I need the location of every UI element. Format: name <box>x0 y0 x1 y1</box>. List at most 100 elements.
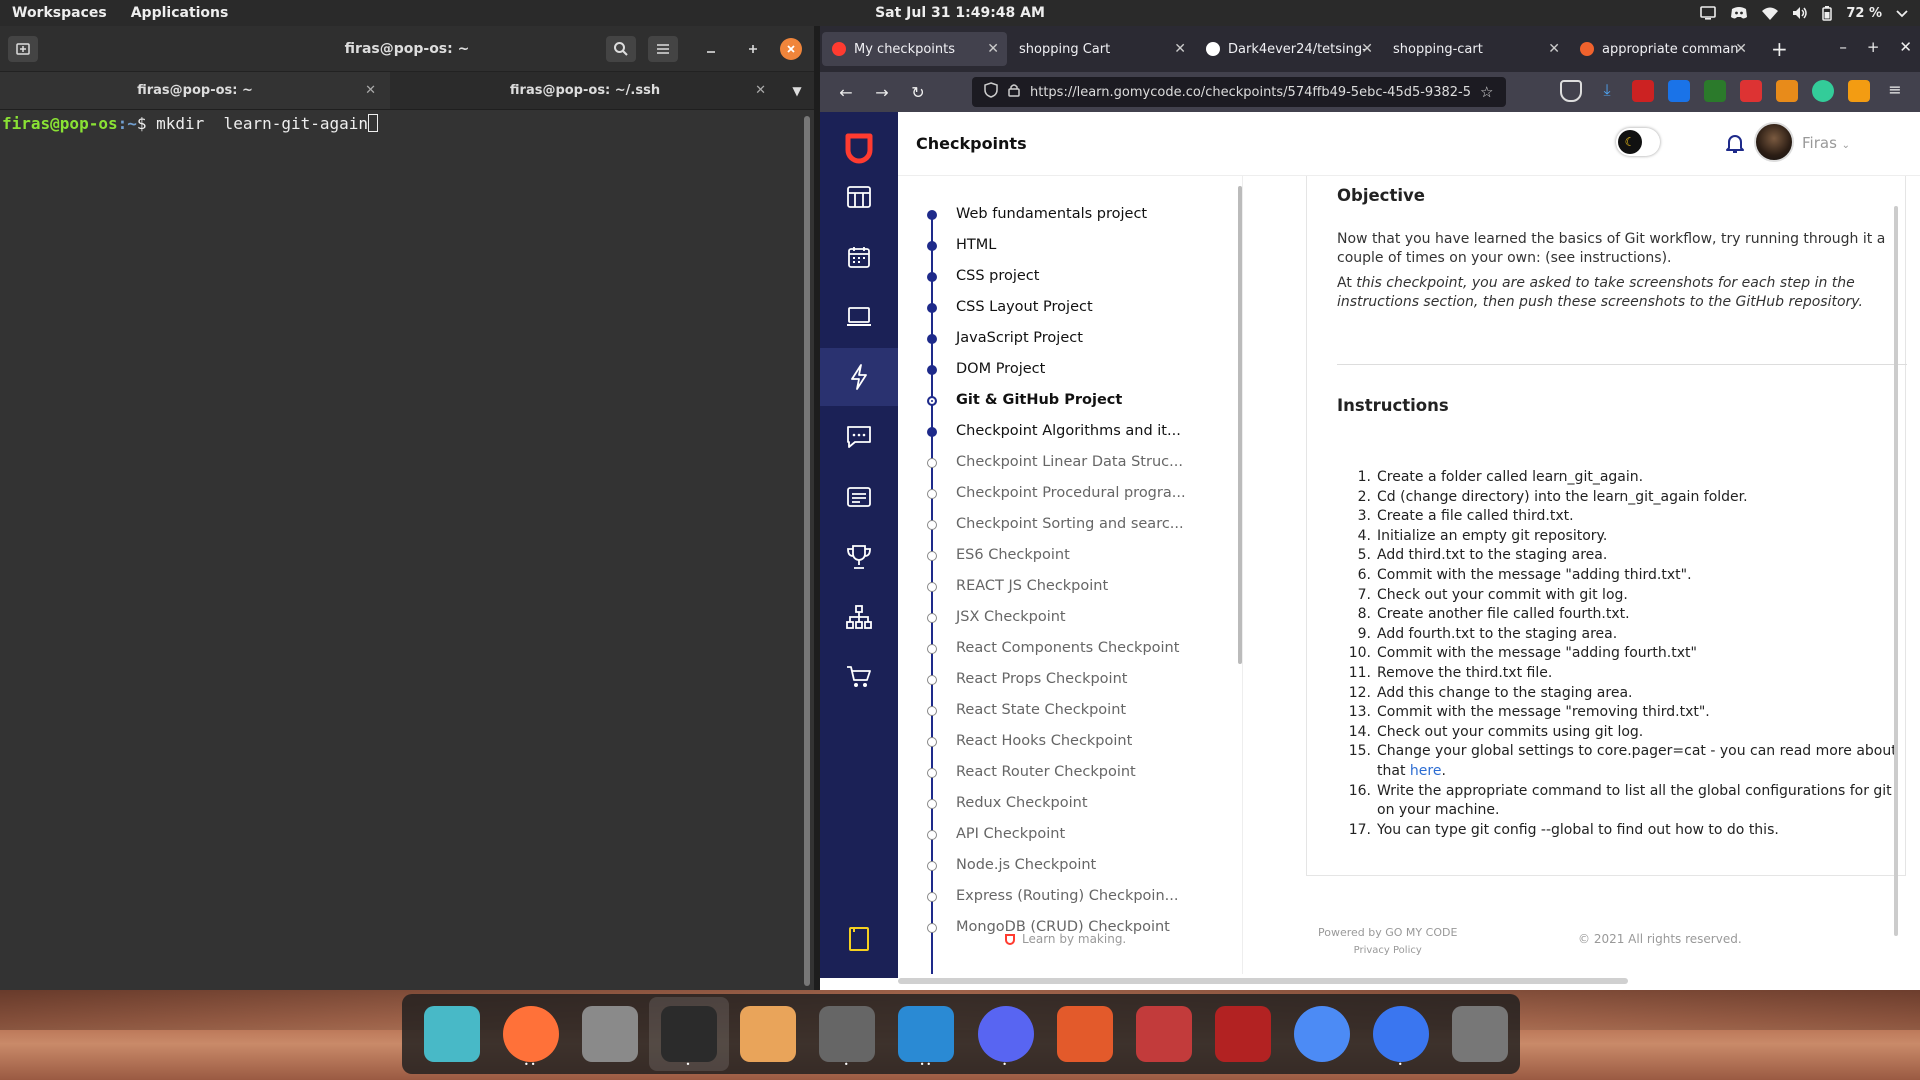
app-menu-icon[interactable]: ≡ <box>1884 80 1906 102</box>
cart-icon[interactable] <box>844 662 874 692</box>
menu-button[interactable] <box>648 36 678 62</box>
checkpoint-item[interactable]: JavaScript Project <box>898 324 1238 355</box>
dock-item[interactable] <box>1124 997 1203 1071</box>
checkpoints-lightning-icon[interactable] <box>820 348 898 406</box>
volume-icon[interactable] <box>1792 6 1808 20</box>
checkpoint-list-scrollbar[interactable] <box>1238 186 1242 664</box>
minimize-icon[interactable]: – <box>1839 38 1847 56</box>
privacy-policy-link[interactable]: Privacy Policy <box>1318 945 1457 956</box>
reload-icon[interactable]: ↻ <box>900 83 936 102</box>
chat-icon[interactable] <box>844 422 874 452</box>
terminal-tab-ssh[interactable]: firas@pop-os: ~/.ssh ✕ <box>390 72 780 109</box>
tab-shopping-cart[interactable]: shopping Cart ✕ <box>1009 32 1194 66</box>
maximize-icon[interactable]: + <box>1867 38 1880 56</box>
calendar-icon[interactable] <box>844 242 874 272</box>
close-tab-icon[interactable]: ✕ <box>987 41 999 57</box>
hierarchy-icon[interactable] <box>844 602 874 632</box>
close-tab-icon[interactable]: ✕ <box>1361 41 1373 57</box>
checkpoint-item[interactable]: Checkpoint Sorting and searc... <box>898 510 1238 541</box>
tab-github-repo[interactable]: Dark4ever24/tetsing- ✕ <box>1196 32 1381 66</box>
checkpoint-item[interactable]: React Hooks Checkpoint <box>898 727 1238 758</box>
battery-percent[interactable]: 72 % <box>1846 6 1882 21</box>
bell-icon[interactable] <box>1724 132 1746 154</box>
content-scrollbar[interactable] <box>1894 206 1898 936</box>
close-tab-icon[interactable]: ✕ <box>755 83 766 98</box>
checkpoint-item[interactable]: Express (Routing) Checkpoin... <box>898 882 1238 913</box>
dock-item[interactable] <box>1441 997 1520 1071</box>
back-arrow-icon[interactable]: ← <box>828 83 864 102</box>
news-icon[interactable] <box>844 482 874 512</box>
close-tab-icon[interactable]: ✕ <box>1548 41 1560 57</box>
ublock-icon[interactable] <box>1632 80 1654 102</box>
close-tab-icon[interactable]: ✕ <box>1174 41 1186 57</box>
dock-item[interactable] <box>570 997 649 1071</box>
dock-item[interactable]: • <box>649 997 729 1071</box>
terminal-output[interactable]: firas@pop-os:~$ mkdir learn-git-again <box>0 112 814 990</box>
dock-item[interactable] <box>412 997 491 1071</box>
dock-item[interactable]: • <box>1362 997 1441 1071</box>
avatar[interactable] <box>1754 122 1794 162</box>
pocket-icon[interactable] <box>1560 80 1582 102</box>
url-bar[interactable]: https://learn.gomycode.co/checkpoints/57… <box>972 77 1506 107</box>
dock-item[interactable]: •• <box>887 997 966 1071</box>
clock[interactable]: Sat Jul 31 1:49:48 AM <box>875 5 1045 21</box>
laptop-icon[interactable] <box>844 302 874 332</box>
dock-item[interactable]: • <box>966 997 1045 1071</box>
checkpoint-item[interactable]: Git & GitHub Project <box>898 386 1238 417</box>
trophy-icon[interactable] <box>844 542 874 572</box>
extension-puzzle-icon[interactable] <box>1848 80 1870 102</box>
command-input[interactable]: mkdir learn-git-again <box>156 114 368 133</box>
dock-item[interactable] <box>1283 997 1362 1071</box>
checkpoint-item[interactable]: ES6 Checkpoint <box>898 541 1238 572</box>
checkpoint-item[interactable]: React Router Checkpoint <box>898 758 1238 789</box>
core-pager-docs-link[interactable]: here <box>1410 763 1442 779</box>
checkpoint-item[interactable]: Checkpoint Procedural progra... <box>898 479 1238 510</box>
notebook-icon[interactable] <box>844 924 874 954</box>
tab-appropriate-command[interactable]: appropriate comman ✕ <box>1570 32 1755 66</box>
dock-item[interactable] <box>1045 997 1124 1071</box>
discord-tray-icon[interactable] <box>1730 6 1748 20</box>
checkpoint-item[interactable]: REACT JS Checkpoint <box>898 572 1238 603</box>
checkpoint-item[interactable]: CSS project <box>898 262 1238 293</box>
minimize-button[interactable] <box>696 36 726 62</box>
close-tab-icon[interactable]: ✕ <box>1735 41 1747 57</box>
dark-mode-toggle[interactable]: ☾ <box>1616 128 1660 156</box>
close-button[interactable] <box>780 38 802 60</box>
close-icon[interactable]: ✕ <box>1899 38 1912 56</box>
close-tab-icon[interactable]: ✕ <box>365 83 376 98</box>
checkpoint-item[interactable]: HTML <box>898 231 1238 262</box>
checkpoint-item[interactable]: React Components Checkpoint <box>898 634 1238 665</box>
gomycode-logo-icon[interactable] <box>842 130 876 164</box>
new-tab-icon[interactable]: + <box>1771 37 1788 61</box>
lock-icon[interactable] <box>1008 83 1020 101</box>
terminal-tab-home[interactable]: firas@pop-os: ~ ✕ <box>0 72 390 109</box>
url-text[interactable]: https://learn.gomycode.co/checkpoints/57… <box>1030 85 1470 100</box>
dock-item[interactable] <box>1203 997 1282 1071</box>
search-button[interactable] <box>606 36 636 62</box>
checkpoint-item[interactable]: Redux Checkpoint <box>898 789 1238 820</box>
tabs-dropdown-icon[interactable]: ▼ <box>780 72 814 109</box>
terminal-scrollbar[interactable] <box>804 116 810 986</box>
courses-icon[interactable] <box>844 182 874 212</box>
dock-item[interactable]: • <box>808 997 887 1071</box>
dock-item[interactable]: •• <box>491 997 570 1071</box>
horizontal-scrollbar[interactable] <box>898 978 1628 984</box>
checkpoint-item[interactable]: Web fundamentals project <box>898 200 1238 231</box>
wifi-icon[interactable] <box>1762 6 1779 20</box>
maximize-button[interactable] <box>738 36 768 62</box>
bookmark-star-icon[interactable]: ☆ <box>1480 83 1493 101</box>
checkpoint-item[interactable]: React Props Checkpoint <box>898 665 1238 696</box>
download-icon[interactable]: ⤓ <box>1596 80 1618 102</box>
user-menu[interactable]: Firas ⌄ <box>1802 134 1850 152</box>
workspaces-menu[interactable]: Workspaces <box>0 5 119 21</box>
extension-green-icon[interactable] <box>1704 80 1726 102</box>
tab-my-checkpoints[interactable]: My checkpoints ✕ <box>822 32 1007 66</box>
s-extension-icon[interactable] <box>1668 80 1690 102</box>
extension-orange-icon[interactable] <box>1776 80 1798 102</box>
checkpoint-item[interactable]: JSX Checkpoint <box>898 603 1238 634</box>
extension-round-icon[interactable] <box>1812 80 1834 102</box>
checkpoint-item[interactable]: API Checkpoint <box>898 820 1238 851</box>
shield-icon[interactable] <box>984 82 998 102</box>
battery-icon[interactable] <box>1822 5 1833 21</box>
extension-red-icon[interactable] <box>1740 80 1762 102</box>
